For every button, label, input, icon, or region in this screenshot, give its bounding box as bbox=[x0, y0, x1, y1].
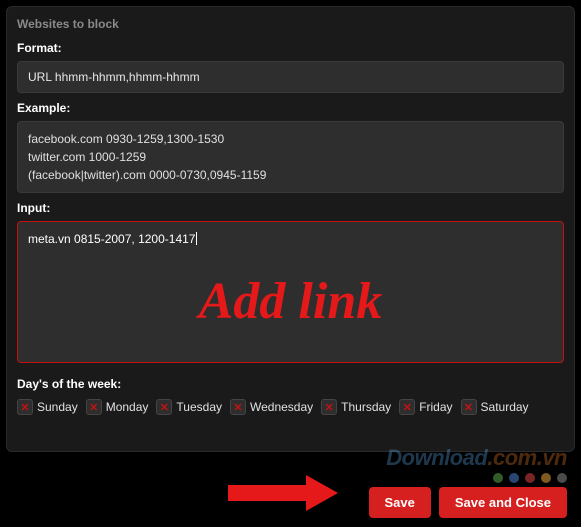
day-label: Sunday bbox=[37, 400, 78, 414]
format-value: URL hhmm-hhmm,hhmm-hhmm bbox=[28, 70, 200, 84]
save-and-close-button[interactable]: Save and Close bbox=[439, 487, 567, 518]
input-label: Input: bbox=[17, 201, 564, 215]
example-line: twitter.com 1000-1259 bbox=[28, 148, 553, 166]
example-line: facebook.com 0930-1259,1300-1530 bbox=[28, 130, 553, 148]
day-checkbox-thursday[interactable]: ✕ bbox=[321, 399, 337, 415]
day-thursday: ✕ Thursday bbox=[321, 399, 391, 415]
day-saturday: ✕ Saturday bbox=[461, 399, 529, 415]
day-checkbox-monday[interactable]: ✕ bbox=[86, 399, 102, 415]
day-checkbox-sunday[interactable]: ✕ bbox=[17, 399, 33, 415]
day-label: Friday bbox=[419, 400, 452, 414]
input-value: meta.vn 0815-2007, 1200-1417 bbox=[28, 232, 195, 246]
settings-panel: Websites to block Format: URL hhmm-hhmm,… bbox=[6, 6, 575, 452]
day-checkbox-wednesday[interactable]: ✕ bbox=[230, 399, 246, 415]
day-checkbox-saturday[interactable]: ✕ bbox=[461, 399, 477, 415]
day-label: Thursday bbox=[341, 400, 391, 414]
text-cursor bbox=[196, 232, 197, 245]
day-label: Wednesday bbox=[250, 400, 313, 414]
section-title: Websites to block bbox=[17, 17, 564, 31]
bottom-bar: Save Save and Close bbox=[0, 477, 581, 527]
day-label: Monday bbox=[106, 400, 149, 414]
format-label: Format: bbox=[17, 41, 564, 55]
day-sunday: ✕ Sunday bbox=[17, 399, 78, 415]
example-label: Example: bbox=[17, 101, 564, 115]
format-field: URL hhmm-hhmm,hhmm-hhmm bbox=[17, 61, 564, 93]
day-label: Saturday bbox=[481, 400, 529, 414]
day-friday: ✕ Friday bbox=[399, 399, 452, 415]
day-monday: ✕ Monday bbox=[86, 399, 149, 415]
days-row: ✕ Sunday ✕ Monday ✕ Tuesday ✕ Wednesday … bbox=[17, 399, 564, 415]
day-label: Tuesday bbox=[176, 400, 222, 414]
day-checkbox-tuesday[interactable]: ✕ bbox=[156, 399, 172, 415]
input-textarea[interactable]: meta.vn 0815-2007, 1200-1417 Add link bbox=[17, 221, 564, 363]
day-tuesday: ✕ Tuesday bbox=[156, 399, 222, 415]
day-checkbox-friday[interactable]: ✕ bbox=[399, 399, 415, 415]
day-wednesday: ✕ Wednesday bbox=[230, 399, 313, 415]
example-box: facebook.com 0930-1259,1300-1530 twitter… bbox=[17, 121, 564, 193]
save-button[interactable]: Save bbox=[369, 487, 431, 518]
days-label: Day's of the week: bbox=[17, 377, 564, 391]
example-line: (facebook|twitter).com 0000-0730,0945-11… bbox=[28, 166, 553, 184]
add-link-annotation: Add link bbox=[18, 272, 563, 331]
